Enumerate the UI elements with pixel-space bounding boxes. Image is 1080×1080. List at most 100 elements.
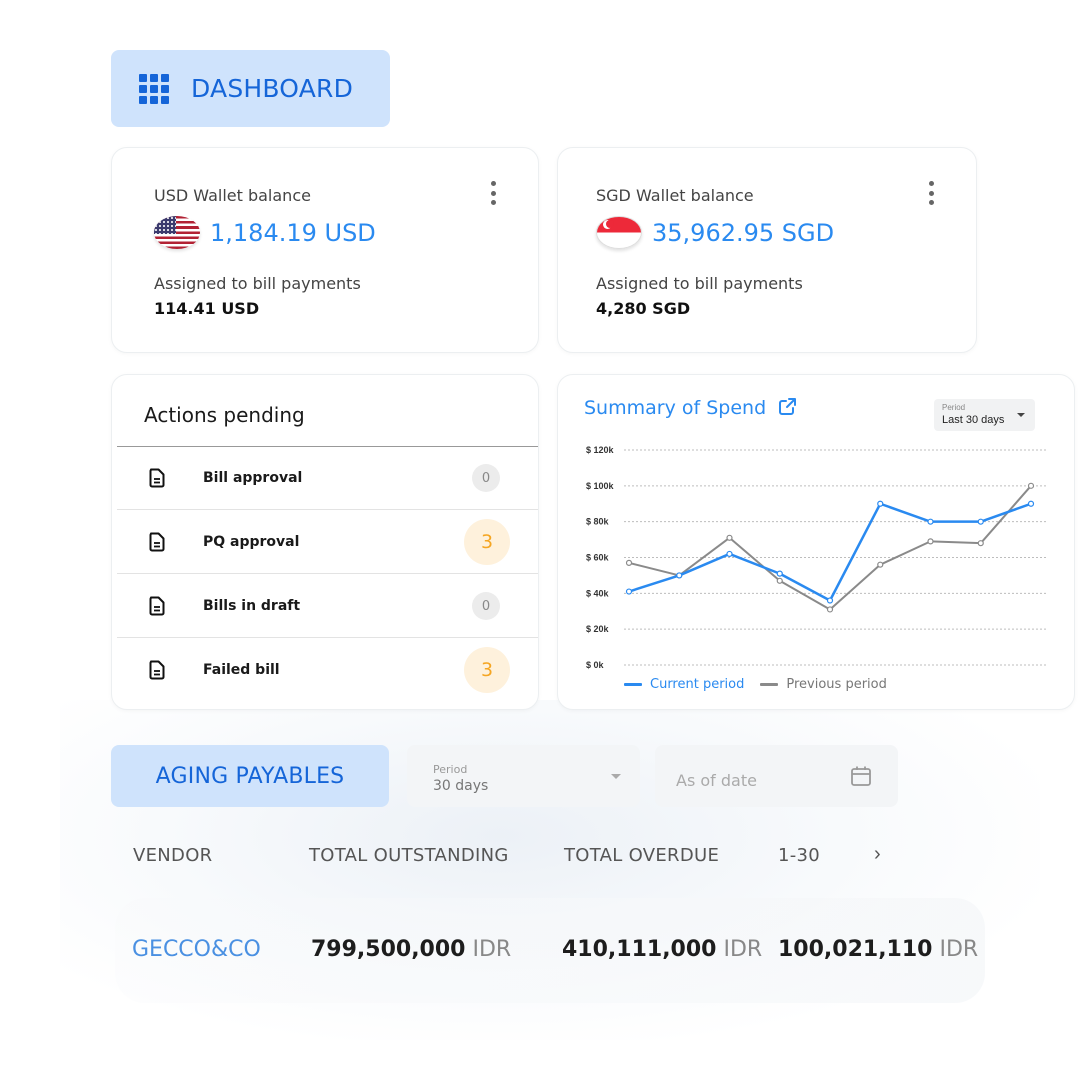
actions-title: Actions pending <box>144 403 305 427</box>
count-badge: 3 <box>464 646 510 693</box>
document-icon <box>149 660 165 679</box>
wallet-title: SGD Wallet balance <box>596 186 754 205</box>
previous-period-point[interactable] <box>625 559 633 566</box>
actions-pending-card: Actions pending Bill approval 0 PQ approva… <box>111 374 539 710</box>
total-outstanding-cell: 799,500,000 IDR <box>311 937 511 962</box>
spend-title[interactable]: Summary of Spend <box>584 397 766 419</box>
previous-period-point[interactable] <box>726 534 733 541</box>
aging-payables-header[interactable]: AGING PAYABLES <box>111 745 389 807</box>
current-period-point[interactable] <box>726 550 733 558</box>
total-overdue-cell: 410,111,000 IDR <box>562 937 762 962</box>
legend-item-current: Current period <box>624 677 744 692</box>
amount: 100,021,110 <box>778 937 933 962</box>
current-period-point[interactable] <box>927 518 934 525</box>
date-placeholder: As of date <box>676 771 757 790</box>
current-period-point[interactable] <box>877 500 884 507</box>
chevron-right-icon[interactable]: › <box>874 843 881 866</box>
current-period-point[interactable] <box>676 572 683 579</box>
assigned-value: 4,280 SGD <box>596 299 691 318</box>
currency: IDR <box>723 937 763 962</box>
action-item[interactable]: PQ approval 3 <box>117 511 538 574</box>
action-label: Bills in draft <box>203 598 301 614</box>
column-header-1-30[interactable]: 1-30 <box>778 845 820 866</box>
count-badge: 0 <box>472 592 500 620</box>
document-icon <box>149 532 165 552</box>
as-of-date-input[interactable]: As of date <box>655 745 898 807</box>
current-period-point[interactable] <box>776 570 783 577</box>
calendar-icon[interactable] <box>850 765 872 787</box>
y-tick-label: $ 80k <box>586 517 610 527</box>
legend-item-previous: Previous period <box>760 677 887 692</box>
period-label: Period <box>942 403 966 412</box>
kebab-menu-icon[interactable] <box>488 181 498 205</box>
action-label: Bill approval <box>203 470 303 486</box>
previous-period-line <box>628 485 1032 611</box>
period-value: 30 days <box>433 778 489 794</box>
count-badge: 0 <box>472 464 500 492</box>
period-label: Period <box>433 763 468 776</box>
kebab-menu-icon[interactable] <box>926 181 936 205</box>
column-header-vendor[interactable]: VENDOR <box>133 845 213 866</box>
balance-row: 1,184.19 USD <box>154 216 376 249</box>
currency: IDR <box>472 937 512 962</box>
currency: IDR <box>939 937 979 962</box>
previous-period-point[interactable] <box>877 561 884 568</box>
current-period-point[interactable] <box>1027 500 1035 507</box>
wallet-balance: 1,184.19 USD <box>210 218 376 247</box>
previous-period-point[interactable] <box>1027 482 1035 489</box>
column-header-total-outstanding[interactable]: TOTAL OUTSTANDING <box>309 845 509 866</box>
action-label: PQ approval <box>203 534 300 550</box>
legend-swatch <box>760 683 779 686</box>
amount: 799,500,000 <box>311 937 466 962</box>
legend-swatch <box>624 683 642 686</box>
dashboard-header[interactable]: DASHBOARD <box>111 50 390 127</box>
y-tick-label: $ 40k <box>586 588 610 598</box>
current-period-point[interactable] <box>826 597 834 604</box>
assigned-label: Assigned to bill payments <box>596 274 803 293</box>
column-header-total-overdue[interactable]: TOTAL OVERDUE <box>564 845 719 866</box>
grid-icon <box>139 73 169 104</box>
chart-legend: Current period Previous period <box>624 677 903 692</box>
assigned-value: 114.41 USD <box>154 299 260 318</box>
action-item[interactable]: Failed bill 3 <box>117 638 538 701</box>
document-icon <box>149 596 165 616</box>
current-period-line <box>628 502 1032 602</box>
usd-wallet-card: USD Wallet balance 1,184.19 USD Assigned… <box>111 147 539 353</box>
sgd-wallet-card: SGD Wallet balance 35,962.95 SGD Assigne… <box>557 147 977 353</box>
y-tick-label: $ 0k <box>586 660 605 670</box>
legend-label: Previous period <box>786 677 887 692</box>
y-tick-label: $ 60k <box>586 553 610 563</box>
dashboard-label: DASHBOARD <box>191 74 354 103</box>
action-item[interactable]: Bill approval 0 <box>117 447 538 510</box>
count-badge: 3 <box>464 519 510 565</box>
assigned-label: Assigned to bill payments <box>154 274 361 293</box>
previous-period-point[interactable] <box>826 606 834 613</box>
period-value: Last 30 days <box>942 414 1005 426</box>
chevron-down-icon <box>1017 413 1025 417</box>
y-tick-label: $ 20k <box>586 624 610 634</box>
sg-flag-icon <box>596 216 642 249</box>
chevron-down-icon <box>611 774 621 779</box>
current-period-point[interactable] <box>977 518 984 525</box>
spend-period-select[interactable]: Period Last 30 days <box>934 399 1035 431</box>
external-link-icon[interactable] <box>777 397 797 417</box>
document-icon <box>149 468 165 488</box>
wallet-title: USD Wallet balance <box>154 186 311 205</box>
vendor-link[interactable]: GECCO&CO <box>132 937 261 962</box>
previous-period-point[interactable] <box>776 577 783 584</box>
days-1-30-cell: 100,021,110 IDR <box>778 937 978 962</box>
action-label: Failed bill <box>203 661 280 678</box>
action-item[interactable]: Bills in draft 0 <box>117 575 538 638</box>
amount: 410,111,000 <box>562 937 717 962</box>
y-tick-label: $ 120k <box>586 445 615 455</box>
legend-label: Current period <box>650 677 745 692</box>
current-period-point[interactable] <box>625 588 633 595</box>
previous-period-point[interactable] <box>977 540 984 547</box>
balance-row: 35,962.95 SGD <box>596 216 834 249</box>
aging-label: AGING PAYABLES <box>155 763 345 789</box>
aging-period-select[interactable]: Period 30 days <box>407 745 640 807</box>
us-flag-icon <box>154 216 200 249</box>
wallet-balance: 35,962.95 SGD <box>652 218 835 247</box>
y-tick-label: $ 100k <box>586 481 615 491</box>
previous-period-point[interactable] <box>927 538 934 545</box>
